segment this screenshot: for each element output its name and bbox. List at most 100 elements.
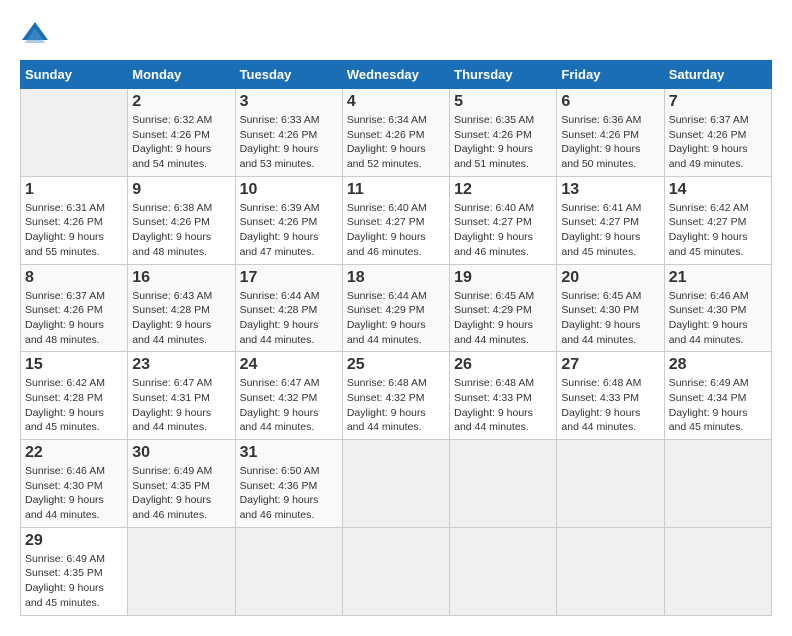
calendar-cell: 1Sunrise: 6:31 AM Sunset: 4:26 PM Daylig… xyxy=(21,176,128,264)
day-info: Sunrise: 6:40 AM Sunset: 4:27 PM Dayligh… xyxy=(347,201,445,260)
header xyxy=(20,20,772,50)
day-number: 21 xyxy=(669,269,767,287)
calendar-week-5: 29 Sunrise: 6:49 AM Sunset: 4:35 PM Dayli… xyxy=(21,527,772,615)
day-number: 7 xyxy=(669,93,767,111)
day-info: Sunrise: 6:47 AM Sunset: 4:32 PM Dayligh… xyxy=(240,376,338,435)
day-info: Sunrise: 6:49 AM Sunset: 4:35 PM Dayligh… xyxy=(25,552,123,611)
day-info: Sunrise: 6:37 AM Sunset: 4:26 PM Dayligh… xyxy=(669,113,767,172)
calendar-cell xyxy=(664,527,771,615)
calendar-cell xyxy=(557,527,664,615)
calendar-cell: 9 Sunrise: 6:38 AM Sunset: 4:26 PM Daylig… xyxy=(128,176,235,264)
day-number: 20 xyxy=(561,269,659,287)
calendar-week-1: 1Sunrise: 6:31 AM Sunset: 4:26 PM Daylig… xyxy=(21,176,772,264)
day-info: Sunrise: 6:48 AM Sunset: 4:32 PM Dayligh… xyxy=(347,376,445,435)
calendar-cell: 19 Sunrise: 6:45 AM Sunset: 4:29 PM Dayli… xyxy=(450,264,557,352)
calendar-cell xyxy=(342,440,449,528)
calendar-cell xyxy=(450,527,557,615)
calendar-cell: 8 Sunrise: 6:37 AM Sunset: 4:26 PM Daylig… xyxy=(21,264,128,352)
calendar-cell: 29 Sunrise: 6:49 AM Sunset: 4:35 PM Dayli… xyxy=(21,527,128,615)
day-info: Sunrise: 6:49 AM Sunset: 4:35 PM Dayligh… xyxy=(132,464,230,523)
day-number: 4 xyxy=(347,93,445,111)
day-number: 8 xyxy=(25,269,123,287)
day-info: Sunrise: 6:35 AM Sunset: 4:26 PM Dayligh… xyxy=(454,113,552,172)
day-info: Sunrise: 6:39 AM Sunset: 4:26 PM Dayligh… xyxy=(240,201,338,260)
day-number: 13 xyxy=(561,181,659,199)
calendar-cell: 14Sunrise: 6:42 AM Sunset: 4:27 PM Dayli… xyxy=(664,176,771,264)
day-info: Sunrise: 6:46 AM Sunset: 4:30 PM Dayligh… xyxy=(25,464,123,523)
day-number: 11 xyxy=(347,181,445,199)
calendar-cell: 13Sunrise: 6:41 AM Sunset: 4:27 PM Dayli… xyxy=(557,176,664,264)
header-monday: Monday xyxy=(128,61,235,89)
calendar-cell: 24 Sunrise: 6:47 AM Sunset: 4:32 PM Dayli… xyxy=(235,352,342,440)
calendar-cell xyxy=(21,89,128,177)
header-saturday: Saturday xyxy=(664,61,771,89)
calendar-cell: 16Sunrise: 6:43 AM Sunset: 4:28 PM Dayli… xyxy=(128,264,235,352)
day-number: 29 xyxy=(25,532,123,550)
calendar-cell xyxy=(235,527,342,615)
day-number: 3 xyxy=(240,93,338,111)
calendar-cell: 22 Sunrise: 6:46 AM Sunset: 4:30 PM Dayli… xyxy=(21,440,128,528)
calendar-cell: 10Sunrise: 6:39 AM Sunset: 4:26 PM Dayli… xyxy=(235,176,342,264)
calendar-cell: 31Sunrise: 6:50 AM Sunset: 4:36 PM Dayli… xyxy=(235,440,342,528)
calendar-cell xyxy=(664,440,771,528)
calendar-cell: 21 Sunrise: 6:46 AM Sunset: 4:30 PM Dayli… xyxy=(664,264,771,352)
calendar-table: SundayMondayTuesdayWednesdayThursdayFrid… xyxy=(20,60,772,616)
day-info: Sunrise: 6:42 AM Sunset: 4:28 PM Dayligh… xyxy=(25,376,123,435)
day-info: Sunrise: 6:49 AM Sunset: 4:34 PM Dayligh… xyxy=(669,376,767,435)
calendar-cell: 12Sunrise: 6:40 AM Sunset: 4:27 PM Dayli… xyxy=(450,176,557,264)
day-number: 30 xyxy=(132,444,230,462)
day-number: 18 xyxy=(347,269,445,287)
calendar-cell: 11 Sunrise: 6:40 AM Sunset: 4:27 PM Dayli… xyxy=(342,176,449,264)
day-info: Sunrise: 6:50 AM Sunset: 4:36 PM Dayligh… xyxy=(240,464,338,523)
calendar-cell: 25 Sunrise: 6:48 AM Sunset: 4:32 PM Dayli… xyxy=(342,352,449,440)
calendar-week-0: 2 Sunrise: 6:32 AM Sunset: 4:26 PM Daylig… xyxy=(21,89,772,177)
calendar-cell: 26Sunrise: 6:48 AM Sunset: 4:33 PM Dayli… xyxy=(450,352,557,440)
calendar-cell: 4 Sunrise: 6:34 AM Sunset: 4:26 PM Daylig… xyxy=(342,89,449,177)
day-info: Sunrise: 6:47 AM Sunset: 4:31 PM Dayligh… xyxy=(132,376,230,435)
calendar-cell: 15Sunrise: 6:42 AM Sunset: 4:28 PM Dayli… xyxy=(21,352,128,440)
calendar-cell: 6Sunrise: 6:36 AM Sunset: 4:26 PM Daylig… xyxy=(557,89,664,177)
day-number: 27 xyxy=(561,356,659,374)
day-info: Sunrise: 6:45 AM Sunset: 4:29 PM Dayligh… xyxy=(454,289,552,348)
calendar-cell: 2 Sunrise: 6:32 AM Sunset: 4:26 PM Daylig… xyxy=(128,89,235,177)
day-number: 9 xyxy=(132,181,230,199)
calendar-cell xyxy=(557,440,664,528)
header-tuesday: Tuesday xyxy=(235,61,342,89)
header-friday: Friday xyxy=(557,61,664,89)
calendar-cell: 30 Sunrise: 6:49 AM Sunset: 4:35 PM Dayli… xyxy=(128,440,235,528)
day-info: Sunrise: 6:48 AM Sunset: 4:33 PM Dayligh… xyxy=(454,376,552,435)
calendar-cell xyxy=(128,527,235,615)
day-number: 6 xyxy=(561,93,659,111)
day-number: 5 xyxy=(454,93,552,111)
day-number: 24 xyxy=(240,356,338,374)
day-info: Sunrise: 6:48 AM Sunset: 4:33 PM Dayligh… xyxy=(561,376,659,435)
calendar-cell: 17Sunrise: 6:44 AM Sunset: 4:28 PM Dayli… xyxy=(235,264,342,352)
day-info: Sunrise: 6:45 AM Sunset: 4:30 PM Dayligh… xyxy=(561,289,659,348)
day-number: 22 xyxy=(25,444,123,462)
calendar-cell: 7 Sunrise: 6:37 AM Sunset: 4:26 PM Daylig… xyxy=(664,89,771,177)
calendar-cell: 20 Sunrise: 6:45 AM Sunset: 4:30 PM Dayli… xyxy=(557,264,664,352)
day-info: Sunrise: 6:43 AM Sunset: 4:28 PM Dayligh… xyxy=(132,289,230,348)
calendar-cell: 18Sunrise: 6:44 AM Sunset: 4:29 PM Dayli… xyxy=(342,264,449,352)
calendar-cell: 23Sunrise: 6:47 AM Sunset: 4:31 PM Dayli… xyxy=(128,352,235,440)
day-info: Sunrise: 6:33 AM Sunset: 4:26 PM Dayligh… xyxy=(240,113,338,172)
day-info: Sunrise: 6:37 AM Sunset: 4:26 PM Dayligh… xyxy=(25,289,123,348)
day-info: Sunrise: 6:40 AM Sunset: 4:27 PM Dayligh… xyxy=(454,201,552,260)
calendar-cell xyxy=(342,527,449,615)
logo xyxy=(20,20,54,50)
header-wednesday: Wednesday xyxy=(342,61,449,89)
day-number: 19 xyxy=(454,269,552,287)
calendar-cell: 27 Sunrise: 6:48 AM Sunset: 4:33 PM Dayli… xyxy=(557,352,664,440)
day-info: Sunrise: 6:34 AM Sunset: 4:26 PM Dayligh… xyxy=(347,113,445,172)
day-info: Sunrise: 6:38 AM Sunset: 4:26 PM Dayligh… xyxy=(132,201,230,260)
day-number: 2 xyxy=(132,93,230,111)
calendar-cell: 3 Sunrise: 6:33 AM Sunset: 4:26 PM Daylig… xyxy=(235,89,342,177)
day-number: 25 xyxy=(347,356,445,374)
day-info: Sunrise: 6:44 AM Sunset: 4:28 PM Dayligh… xyxy=(240,289,338,348)
day-info: Sunrise: 6:32 AM Sunset: 4:26 PM Dayligh… xyxy=(132,113,230,172)
calendar-week-4: 22 Sunrise: 6:46 AM Sunset: 4:30 PM Dayli… xyxy=(21,440,772,528)
logo-icon xyxy=(20,20,50,50)
day-info: Sunrise: 6:46 AM Sunset: 4:30 PM Dayligh… xyxy=(669,289,767,348)
header-thursday: Thursday xyxy=(450,61,557,89)
calendar-cell: 28Sunrise: 6:49 AM Sunset: 4:34 PM Dayli… xyxy=(664,352,771,440)
